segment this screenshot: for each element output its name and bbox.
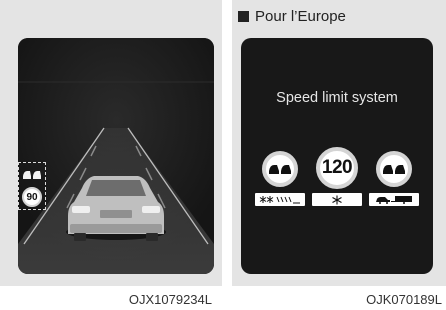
region-label: Pour l’Europe [238, 8, 346, 25]
snow-rain-plate [255, 193, 305, 206]
speed-limit-sign: 120 [310, 147, 364, 206]
speed-limit-mini-sign: 90 [22, 187, 42, 207]
snow-plate [312, 193, 362, 206]
no-overtaking-icon [23, 171, 41, 179]
no-overtaking-mini-sign [21, 165, 43, 185]
region-square-icon [238, 11, 249, 22]
left-figure-panel: 90 [0, 0, 222, 286]
cluster-screen-road-view [18, 38, 214, 274]
figure-caption-right: OJK070189L [366, 292, 442, 307]
car-trailer-plate [369, 193, 419, 206]
region-label-text: Pour l’Europe [255, 8, 346, 25]
speed-limit-mini-value: 90 [26, 191, 38, 203]
no-overtaking-icon [376, 151, 412, 187]
mini-sign-stack: 90 [18, 162, 46, 210]
cluster-screen-speed-limit-system: Speed limit system 120 [241, 38, 433, 274]
snowflake-icon [332, 195, 342, 204]
speed-limit-circle: 120 [316, 147, 358, 189]
right-figure-panel: Pour l’Europe Speed limit system 120 [232, 0, 446, 286]
no-overtaking-sign [253, 151, 307, 206]
road-scene [18, 38, 214, 274]
screen-title: Speed limit system [276, 90, 398, 106]
speed-limit-value: 120 [321, 157, 353, 178]
car-trailer-icon [376, 196, 412, 204]
figure-caption-left: OJX1079234L [128, 292, 212, 307]
no-overtaking-trailer-sign [367, 151, 421, 206]
no-overtaking-icon [262, 151, 298, 187]
